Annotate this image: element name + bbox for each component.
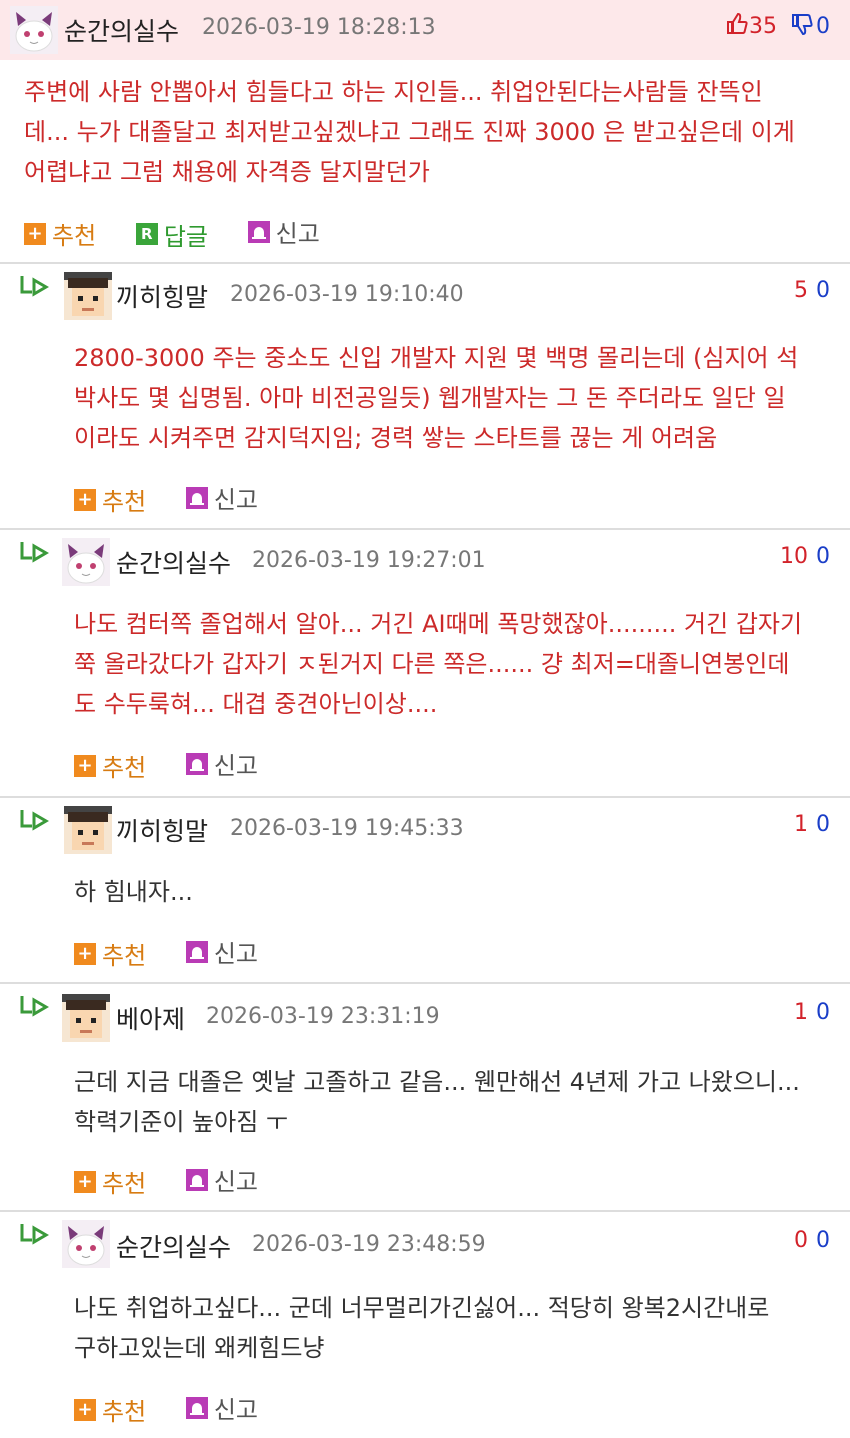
vote-counts: 35 0	[725, 12, 830, 42]
report-button[interactable]: 신고	[185, 480, 258, 515]
comment-timestamp: 2026-03-19 23:31:19	[206, 1004, 440, 1029]
reply-arrow-icon	[20, 1224, 49, 1245]
recommend-button[interactable]: + 추천	[74, 1392, 146, 1427]
recommend-button[interactable]: + 추천	[24, 216, 96, 251]
siren-icon	[185, 486, 208, 509]
comment-nickname[interactable]: 끼히힝말	[116, 812, 208, 848]
comment-actions: + 추천 신고	[74, 1390, 290, 1427]
comment-nickname[interactable]: 순간의실수	[116, 1228, 231, 1264]
comment-timestamp: 2026-03-19 18:28:13	[202, 15, 436, 40]
recommend-button[interactable]: + 추천	[74, 1164, 146, 1199]
avatar-pixel[interactable]	[64, 272, 112, 320]
reply-arrow-icon	[20, 810, 49, 831]
siren-icon	[185, 1396, 208, 1419]
upvote-count: 10	[780, 544, 808, 569]
comment-timestamp: 2026-03-19 19:45:33	[230, 816, 464, 841]
comment-divider	[0, 1210, 850, 1212]
downvote-count: 0	[816, 278, 830, 303]
avatar-pixel[interactable]	[64, 806, 112, 854]
vote-counts: 10	[794, 1000, 830, 1025]
comment-header: 순간의실수 2026-03-19 18:28:13 35 0	[0, 0, 850, 60]
comment-text: 주변에 사람 안뽑아서 힘들다고 하는 지인들... 취업안된다는사람들 잔뜩인…	[24, 78, 795, 186]
comment-actions: + 추천 신고	[74, 1162, 290, 1199]
comment-actions: + 추천 R 답글 신고	[24, 214, 352, 251]
downvote-count: 0	[816, 812, 830, 837]
avatar-cat[interactable]	[62, 1220, 110, 1268]
comment-nickname[interactable]: 끼히힝말	[116, 278, 208, 314]
comment-nickname[interactable]: 순간의실수	[116, 544, 231, 580]
comment-actions: + 추천 신고	[74, 480, 290, 517]
comment-divider	[0, 796, 850, 798]
report-button[interactable]: 신고	[185, 934, 258, 969]
avatar-pixel[interactable]	[62, 994, 110, 1042]
reply-icon: R	[135, 223, 158, 245]
comment-text: 나도 취업하고싶다... 군데 너무멀리가긴싫어... 적당히 왕복2시간내로 …	[74, 1294, 770, 1362]
upvote-count: 1	[794, 1000, 808, 1025]
upvote-count: 0	[794, 1228, 808, 1253]
comment-actions: + 추천 신고	[74, 746, 290, 783]
downvote-count: 0	[816, 14, 830, 39]
plus-icon: +	[24, 222, 46, 245]
thumbs-up-icon[interactable]	[725, 12, 749, 42]
upvote-count: 1	[794, 812, 808, 837]
recommend-button[interactable]: + 추천	[74, 482, 146, 517]
reply-item: 끼히힝말 2026-03-19 19:10:40 50 2800-3000 주는…	[0, 266, 850, 528]
avatar-cat[interactable]	[62, 538, 110, 586]
comment-nickname[interactable]: 순간의실수	[64, 12, 179, 48]
comment-timestamp: 2026-03-19 23:48:59	[252, 1232, 486, 1257]
siren-icon	[185, 752, 208, 775]
reply-item: 끼히힝말 2026-03-19 19:45:33 10 하 힘내자... + 추천…	[0, 800, 850, 982]
recommend-button[interactable]: + 추천	[74, 748, 146, 783]
comment-text: 2800-3000 주는 중소도 신입 개발자 지원 몇 백명 몰리는데 (심지…	[74, 344, 799, 452]
comment-actions: + 추천 신고	[74, 934, 290, 971]
siren-icon	[185, 940, 208, 963]
reply-button[interactable]: R 답글	[135, 217, 208, 252]
reply-arrow-icon	[20, 542, 49, 563]
comment-timestamp: 2026-03-19 19:10:40	[230, 282, 464, 307]
downvote-count: 0	[816, 1228, 830, 1253]
plus-icon: +	[74, 488, 96, 511]
vote-counts: 50	[794, 278, 830, 303]
comment-timestamp: 2026-03-19 19:27:01	[252, 548, 486, 573]
report-button[interactable]: 신고	[247, 214, 320, 249]
report-button[interactable]: 신고	[185, 1162, 258, 1197]
comment-divider	[0, 982, 850, 984]
reply-arrow-icon	[20, 276, 49, 297]
plus-icon: +	[74, 1398, 96, 1421]
comment-text: 근데 지금 대졸은 옛날 고졸하고 같음... 웬만해선 4년제 가고 나왔으니…	[74, 1068, 800, 1136]
thumbs-down-icon[interactable]	[790, 12, 814, 42]
reply-item: 순간의실수 2026-03-19 19:27:01 10 0 나도 컴터쪽 졸업해…	[0, 532, 850, 794]
reply-arrow-icon	[20, 996, 49, 1017]
comment-divider	[0, 528, 850, 530]
vote-counts: 10 0	[780, 544, 830, 569]
recommend-button[interactable]: + 추천	[74, 936, 146, 971]
report-button[interactable]: 신고	[185, 746, 258, 781]
avatar-cat[interactable]	[10, 6, 58, 54]
comment-nickname[interactable]: 베아제	[116, 1000, 185, 1036]
downvote-count: 0	[816, 544, 830, 569]
reply-item: 순간의실수 2026-03-19 23:48:59 00 나도 취업하고싶다..…	[0, 1214, 850, 1438]
vote-counts: 10	[794, 812, 830, 837]
siren-icon	[185, 1168, 208, 1191]
reply-item: 베아제 2026-03-19 23:31:19 10 근데 지금 대졸은 옛날 …	[0, 986, 850, 1210]
vote-counts: 00	[794, 1228, 830, 1253]
upvote-count: 35	[749, 14, 777, 39]
siren-icon	[247, 220, 270, 243]
comment-text: 하 힘내자...	[74, 878, 193, 906]
downvote-count: 0	[816, 1000, 830, 1025]
plus-icon: +	[74, 1170, 96, 1193]
plus-icon: +	[74, 942, 96, 965]
comment-divider	[0, 262, 850, 264]
report-button[interactable]: 신고	[185, 1390, 258, 1425]
upvote-count: 5	[794, 278, 808, 303]
comment-text: 나도 컴터쪽 졸업해서 알아... 거긴 AI때메 폭망했잖아.........…	[74, 610, 803, 718]
comment-item: 순간의실수 2026-03-19 18:28:13 35 0 주변에 사람 안뽑…	[0, 0, 850, 262]
plus-icon: +	[74, 754, 96, 777]
